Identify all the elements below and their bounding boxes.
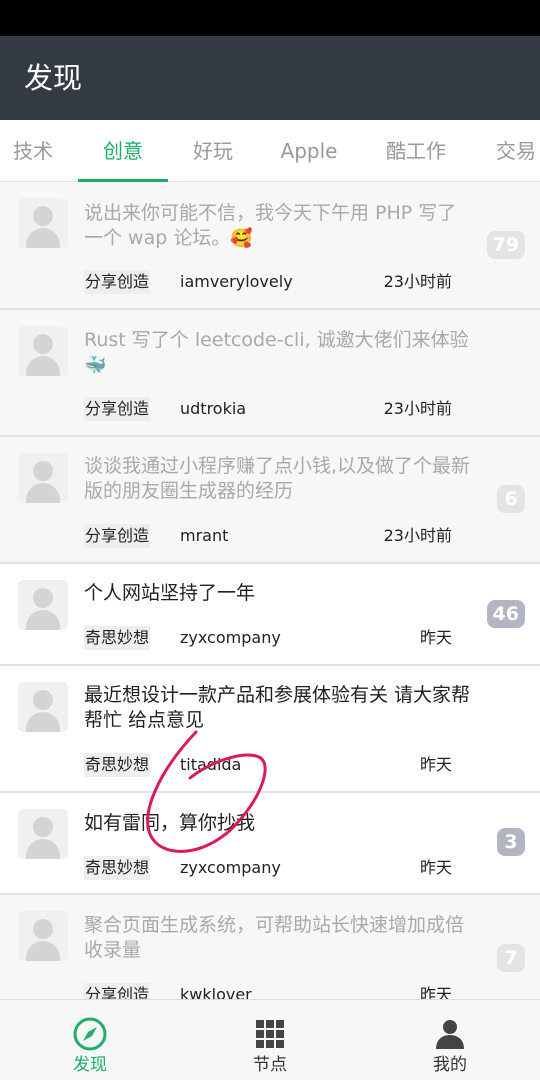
node-tag[interactable]: 奇思妙想: [84, 856, 151, 880]
topic-title[interactable]: Rust 写了个 leetcode-cli, 诚邀大佬们来体验 🐳: [84, 328, 474, 378]
tab-deals[interactable]: 交易: [486, 120, 540, 182]
person-icon: [436, 1020, 464, 1049]
topic-time: 昨天: [419, 858, 452, 877]
topic-title[interactable]: 个人网站坚持了一年: [84, 581, 474, 606]
bottom-navigation: 发现 节点 我的: [0, 999, 540, 1080]
node-tag[interactable]: 分享创造: [84, 524, 151, 548]
avatar[interactable]: [18, 326, 68, 376]
avatar[interactable]: [18, 809, 68, 859]
app-bar: 发现: [0, 36, 540, 120]
author-name[interactable]: udtrokia: [180, 397, 246, 421]
topic-row[interactable]: 个人网站坚持了一年 奇思妙想 zyxcompany 昨天 46: [0, 564, 540, 666]
topic-time: 23小时前: [383, 526, 452, 545]
topic-time: 昨天: [419, 755, 452, 774]
author-name[interactable]: mrant: [180, 524, 228, 548]
tab-apple[interactable]: Apple: [258, 120, 360, 182]
author-name[interactable]: kwklover: [180, 983, 252, 999]
nav-nodes[interactable]: 节点: [180, 1000, 360, 1080]
nav-me[interactable]: 我的: [360, 1000, 540, 1080]
reply-count-badge: 7: [497, 944, 525, 972]
topic-time: 昨天: [419, 985, 452, 999]
grid-icon: [256, 1020, 284, 1048]
compass-icon: [73, 1017, 107, 1051]
topic-meta: 分享创造 iamverylovely 23小时前: [84, 270, 464, 294]
topic-meta: 分享创造 mrant 23小时前: [84, 524, 464, 548]
author-name[interactable]: zyxcompany: [180, 856, 281, 880]
topic-row[interactable]: 谈谈我通过小程序赚了点小钱,以及做了个最新版的朋友圈生成器的经历 分享创造 mr…: [0, 437, 540, 564]
reply-count-badge: 6: [497, 485, 525, 513]
tab-jobs[interactable]: 酷工作: [364, 120, 468, 182]
topic-title[interactable]: 谈谈我通过小程序赚了点小钱,以及做了个最新版的朋友圈生成器的经历: [84, 454, 474, 504]
topic-list[interactable]: 说出来你可能不信，我今天下午用 PHP 写了一个 wap 论坛。🥰 分享创造 i…: [0, 182, 540, 999]
topic-row[interactable]: Rust 写了个 leetcode-cli, 诚邀大佬们来体验 🐳 分享创造 u…: [0, 310, 540, 437]
topic-row[interactable]: 如有雷同，算你抄我 奇思妙想 zyxcompany 昨天 3: [0, 793, 540, 895]
nav-discover[interactable]: 发现: [0, 1000, 180, 1080]
avatar[interactable]: [18, 453, 68, 503]
topic-meta: 奇思妙想 zyxcompany 昨天: [84, 626, 464, 650]
emoji: 🐳: [84, 355, 107, 376]
avatar[interactable]: [18, 198, 68, 248]
topic-title[interactable]: 如有雷同，算你抄我: [84, 811, 474, 836]
topic-title[interactable]: 最近想设计一款产品和参展体验有关 请大家帮帮忙 给点意见: [84, 683, 474, 733]
tab-tech[interactable]: 技术: [0, 120, 66, 182]
node-tag[interactable]: 奇思妙想: [84, 753, 151, 777]
topic-title[interactable]: 说出来你可能不信，我今天下午用 PHP 写了一个 wap 论坛。🥰: [84, 201, 474, 251]
topic-meta: 奇思妙想 titadida 昨天: [84, 753, 464, 777]
author-name[interactable]: zyxcompany: [180, 626, 281, 650]
reply-count-badge: 79: [486, 231, 525, 259]
nav-label: 我的: [433, 1055, 467, 1075]
status-bar: [0, 0, 540, 36]
node-tag[interactable]: 奇思妙想: [84, 626, 151, 650]
node-tag[interactable]: 分享创造: [84, 983, 151, 999]
topic-row[interactable]: 说出来你可能不信，我今天下午用 PHP 写了一个 wap 论坛。🥰 分享创造 i…: [0, 182, 540, 310]
page-title: 发现: [24, 61, 83, 95]
nav-label: 发现: [73, 1055, 107, 1075]
topic-meta: 分享创造 kwklover 昨天: [84, 983, 464, 999]
topic-row[interactable]: 最近想设计一款产品和参展体验有关 请大家帮帮忙 给点意见 奇思妙想 titadi…: [0, 666, 540, 793]
reply-count-badge: 46: [486, 600, 525, 628]
nav-label: 节点: [253, 1055, 287, 1075]
topic-time: 23小时前: [383, 399, 452, 418]
tab-creative[interactable]: 创意: [78, 120, 168, 182]
topic-meta: 奇思妙想 zyxcompany 昨天: [84, 856, 464, 880]
author-name[interactable]: iamverylovely: [180, 270, 293, 294]
emoji: 🥰: [230, 228, 253, 249]
category-tabs: 技术 创意 好玩 Apple 酷工作 交易: [0, 120, 540, 183]
topic-row[interactable]: 聚合页面生成系统，可帮助站长快速增加成倍收录量 分享创造 kwklover 昨天…: [0, 895, 540, 999]
tab-fun[interactable]: 好玩: [168, 120, 258, 182]
topic-time: 23小时前: [383, 272, 452, 291]
topic-title[interactable]: 聚合页面生成系统，可帮助站长快速增加成倍收录量: [84, 913, 474, 963]
reply-count-badge: 3: [497, 828, 525, 856]
avatar[interactable]: [18, 580, 68, 630]
topic-meta: 分享创造 udtrokia 23小时前: [84, 397, 464, 421]
node-tag[interactable]: 分享创造: [84, 270, 151, 294]
avatar[interactable]: [18, 682, 68, 732]
node-tag[interactable]: 分享创造: [84, 397, 151, 421]
avatar[interactable]: [18, 911, 68, 961]
author-name[interactable]: titadida: [180, 753, 241, 777]
topic-time: 昨天: [419, 628, 452, 647]
